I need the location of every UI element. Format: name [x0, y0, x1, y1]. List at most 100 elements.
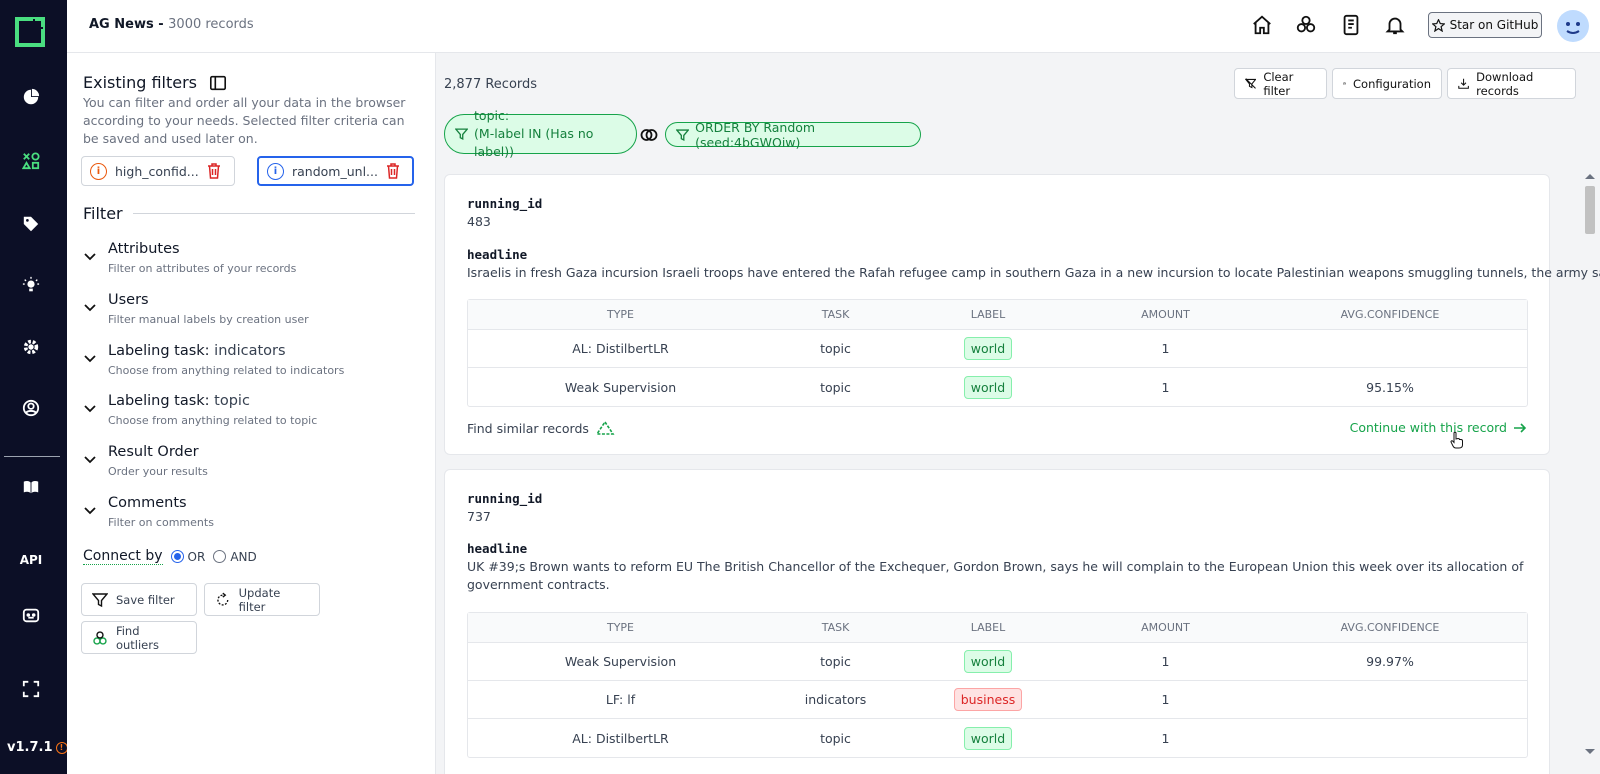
accordion-labeling-task-indicators[interactable]: Labeling task: indicators Choose from an…: [83, 343, 415, 383]
field-value: UK #39;s Brown wants to reform EU The Br…: [467, 559, 1524, 592]
chip-topic-key: topic:: [474, 108, 510, 123]
chip-order-label: ORDER BY Random (seed:4bGWOiw): [695, 119, 816, 150]
filter-icon: [676, 128, 690, 141]
similarity-triangle-icon: [595, 420, 615, 435]
scroll-thumb[interactable]: [1585, 186, 1595, 234]
clear-filter-button[interactable]: Clear filter: [1234, 68, 1327, 99]
accordion-title: Labeling task: indicators: [108, 343, 286, 359]
accordion-users[interactable]: Users Filter manual labels by creation u…: [83, 292, 415, 332]
settings-nav-icon[interactable]: [20, 336, 42, 358]
outliers-icon: [93, 630, 107, 645]
accordion-title: Users: [108, 292, 149, 308]
find-outliers-button[interactable]: Find outliers: [81, 621, 197, 654]
saved-filter-random-unlabeled[interactable]: i random_unl...: [257, 156, 414, 186]
fullscreen-icon[interactable]: [20, 678, 42, 700]
trash-icon[interactable]: [207, 163, 221, 179]
top-header: AG News - 3000 records Star on GitHub: [67, 0, 1600, 53]
scroll-up-arrow-icon[interactable]: [1585, 174, 1595, 179]
info-icon: i: [267, 162, 284, 180]
star-on-github-button[interactable]: Star on GitHub: [1428, 12, 1542, 38]
saved-filter-high-confidence[interactable]: i high_confid...: [81, 156, 235, 186]
project-record-count: 3000 records: [168, 17, 254, 32]
kern-logo-icon[interactable]: [15, 17, 45, 47]
existing-filters-title: Existing filters: [83, 73, 198, 92]
accordion-title: Labeling task: topic: [108, 393, 250, 409]
field-value: 483: [467, 214, 491, 229]
record-card: running_id 737 headline UK #39;s Brown w…: [444, 469, 1550, 774]
saved-filter-name: high_confid...: [115, 163, 199, 179]
table-row: AL: DistilbertLR topic world 1: [468, 330, 1527, 368]
accordion-labeling-task-topic[interactable]: Labeling task: topic Choose from anythin…: [83, 393, 415, 433]
info-icon: i: [90, 162, 107, 180]
toggle-sidebar-icon[interactable]: [209, 74, 227, 92]
download-icon: [1458, 78, 1469, 89]
refresh-icon: [217, 592, 229, 606]
label-summary-table: TYPE TASK LABEL AMOUNT AVG.CONFIDENCE Weak S…: [467, 612, 1528, 758]
configuration-button[interactable]: Configuration: [1332, 68, 1442, 99]
nav-divider: [4, 456, 60, 457]
filter-panel: Existing filters You can filter and orde…: [67, 53, 436, 774]
chevron-down-icon: [84, 304, 96, 312]
table-header: TYPE TASK LABEL AMOUNT AVG.CONFIDENCE: [468, 300, 1527, 330]
accordion-description: Filter on attributes of your records: [108, 262, 297, 275]
chain-link-icon[interactable]: [639, 125, 659, 145]
star-icon: [1431, 18, 1445, 32]
user-nav-icon[interactable]: [20, 397, 42, 419]
continue-with-record-link[interactable]: Continue with this record: [1350, 420, 1527, 435]
table-row: Weak Supervision topic world 1 95.15%: [468, 368, 1527, 406]
home-icon[interactable]: [1251, 14, 1275, 38]
label-badge: world: [963, 337, 1013, 360]
user-avatar[interactable]: [1557, 10, 1589, 42]
accordion-attributes[interactable]: Attributes Filter on attributes of your …: [83, 241, 415, 281]
accordion-title: Attributes: [108, 241, 180, 257]
accordion-description: Choose from anything related to indicato…: [108, 364, 345, 377]
filter-chip-topic[interactable]: topic: (M-label IN (Has no label)): [444, 108, 637, 159]
accordion-result-order[interactable]: Result Order Order your results: [83, 444, 415, 484]
sliders-icon: [1343, 82, 1346, 85]
connect-or-radio[interactable]: OR: [170, 550, 205, 564]
api-nav-link[interactable]: API: [0, 553, 62, 567]
table-row: LF: lf indicators business 1: [468, 681, 1527, 719]
project-name: AG News -: [89, 17, 169, 32]
radio-selected-icon: [170, 550, 184, 563]
accordion-description: Filter on comments: [108, 516, 214, 529]
documentation-icon[interactable]: [1340, 14, 1364, 38]
filter-chip-order-by[interactable]: ORDER BY Random (seed:4bGWOiw): [665, 119, 921, 150]
saved-filter-name: random_unl...: [292, 163, 378, 179]
find-similar-records-link[interactable]: Find similar records: [467, 420, 615, 436]
labels-nav-icon[interactable]: [20, 213, 42, 235]
field-key: running_id: [467, 196, 543, 211]
radio-unselected-icon: [213, 550, 227, 563]
arrow-right-icon: [1514, 422, 1527, 433]
save-filter-button[interactable]: Save filter: [81, 583, 197, 616]
download-records-button[interactable]: Download records: [1447, 68, 1576, 99]
field-key: headline: [467, 247, 528, 262]
table-row: Weak Supervision topic world 1 99.97%: [468, 643, 1527, 681]
clear-filter-icon: [1245, 78, 1257, 89]
connect-by-label: Connect by: [83, 548, 163, 565]
bot-nav-icon[interactable]: [20, 604, 42, 626]
accordion-comments[interactable]: Comments Filter on comments: [83, 495, 415, 535]
docs-book-icon[interactable]: [20, 476, 42, 498]
accordion-description: Choose from anything related to topic: [108, 414, 318, 427]
table-header: TYPE TASK LABEL AMOUNT AVG.CONFIDENCE: [468, 613, 1527, 643]
label-summary-table: TYPE TASK LABEL AMOUNT AVG.CONFIDENCE AL: Di…: [467, 299, 1528, 407]
connect-by-group: Connect by OR AND: [83, 548, 257, 565]
project-title: AG News - 3000 records: [89, 17, 254, 32]
records-scrollbar[interactable]: [1579, 172, 1600, 772]
data-browser-nav-icon[interactable]: [20, 150, 42, 172]
update-filter-button[interactable]: Update filter: [204, 583, 320, 616]
version-warning-icon[interactable]: !: [55, 741, 68, 754]
heuristics-nav-icon[interactable]: [20, 274, 42, 296]
scroll-down-arrow-icon[interactable]: [1585, 749, 1595, 754]
overview-nav-icon[interactable]: [20, 86, 42, 108]
connect-and-radio[interactable]: AND: [213, 550, 257, 564]
projects-icon[interactable]: [1295, 14, 1319, 38]
hand-cursor-icon: [1450, 431, 1463, 449]
chip-topic-value: (M-label IN (Has no label)): [474, 126, 594, 159]
notifications-bell-icon[interactable]: [1384, 14, 1408, 38]
label-badge: world: [963, 375, 1013, 399]
trash-icon[interactable]: [386, 163, 400, 179]
version-text: v1.7.1: [7, 740, 53, 755]
label-badge: world: [963, 726, 1013, 750]
